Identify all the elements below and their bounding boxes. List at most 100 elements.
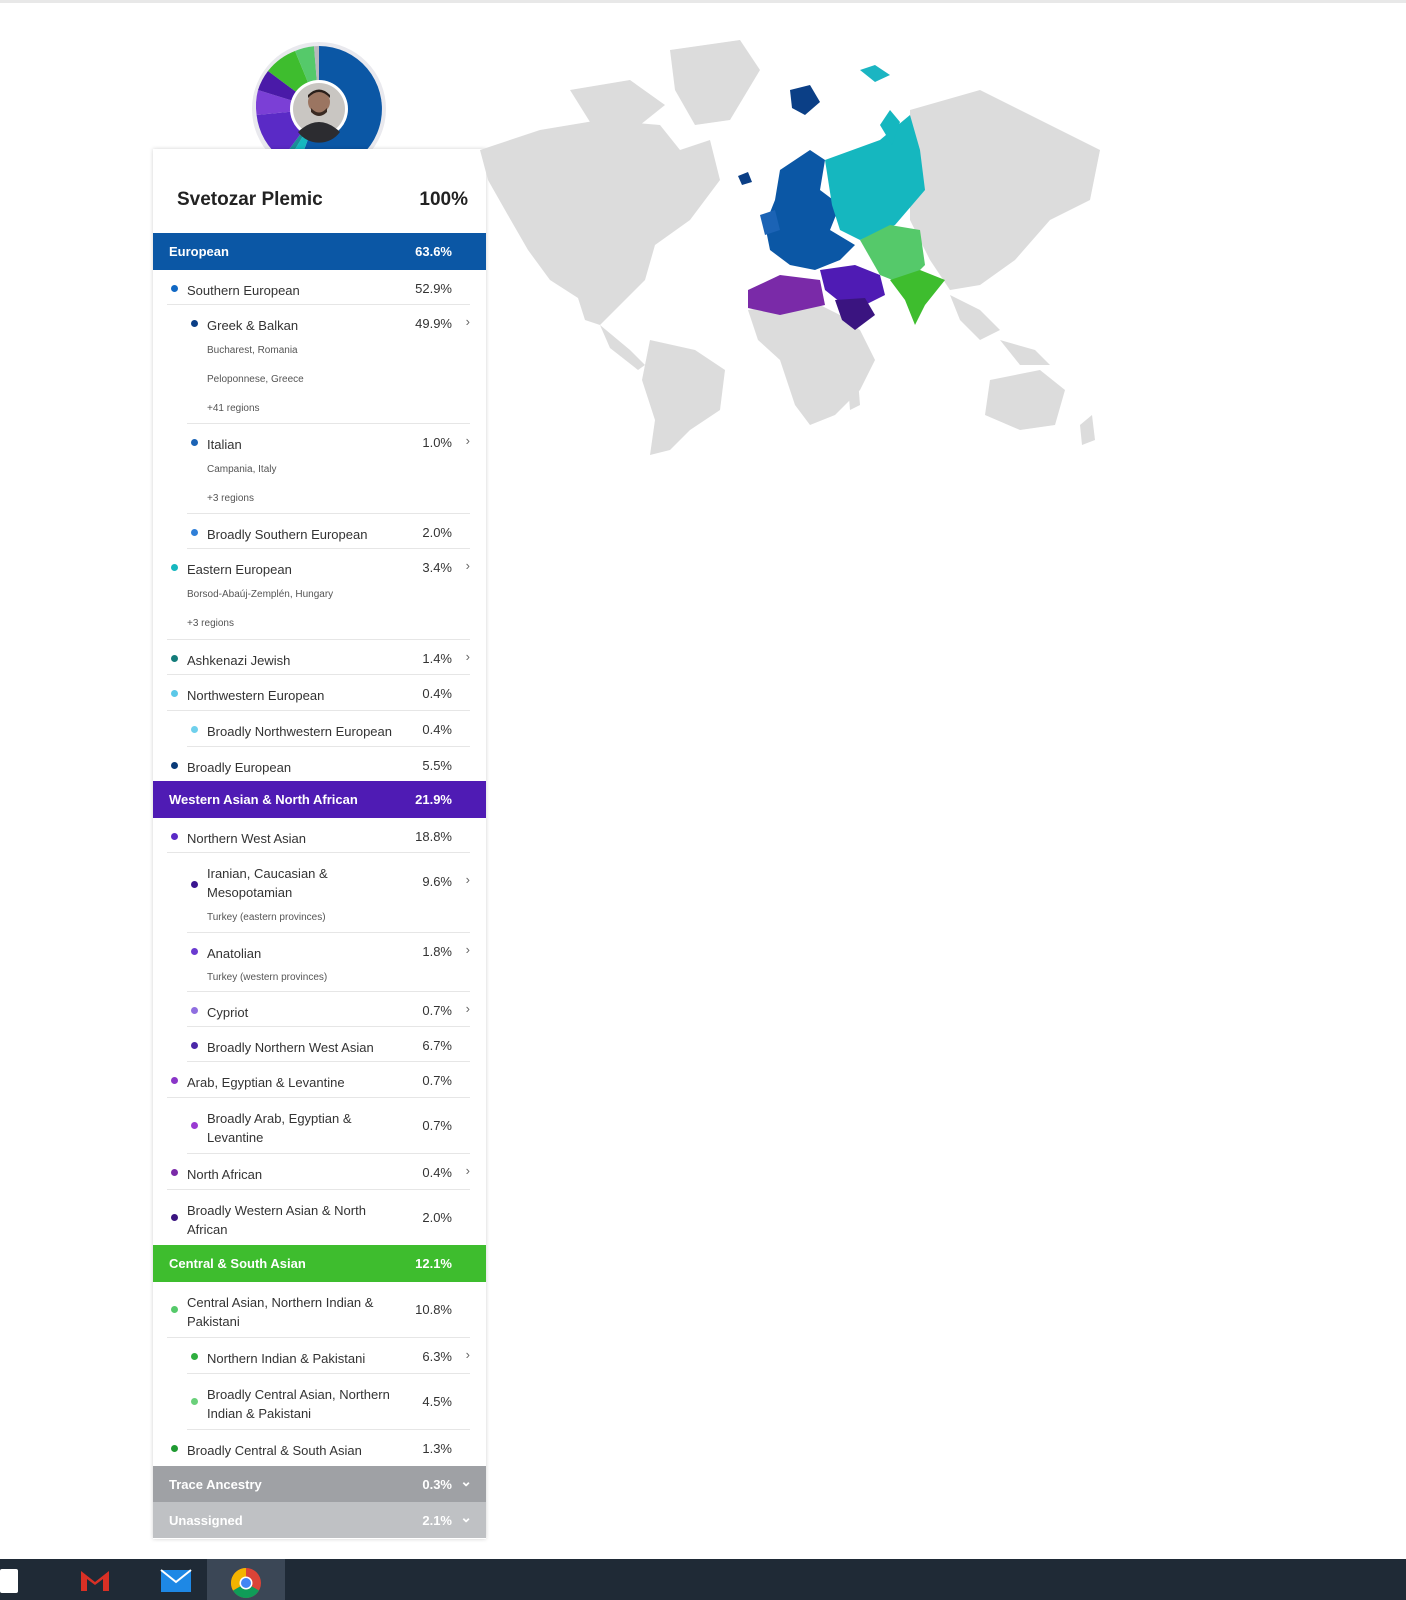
region-example: Turkey (western provinces) <box>207 972 328 983</box>
mail-icon <box>160 1569 192 1592</box>
store-icon[interactable] <box>0 1569 18 1593</box>
row-value: 1.3% <box>422 1441 452 1456</box>
group-value: 21.9% <box>415 792 452 807</box>
row-label: Anatolian <box>207 946 262 961</box>
color-dot <box>171 833 178 840</box>
color-dot <box>191 881 198 888</box>
card-header: Svetozar Plemic 100% <box>153 149 486 233</box>
chevron-down-icon[interactable]: ⌄ <box>460 1509 472 1526</box>
color-dot <box>191 1007 198 1014</box>
color-dot <box>171 1214 178 1221</box>
row-label: Broadly Central Asian, Northern Indian &… <box>207 1387 390 1421</box>
group-trace-ancestry[interactable]: Trace Ancestry 0.3% ⌄ <box>153 1466 486 1502</box>
color-dot <box>191 948 198 955</box>
row-broadly-european[interactable]: Broadly European 5.5% <box>167 747 470 781</box>
color-dot <box>171 690 178 697</box>
row-value: 2.0% <box>422 525 452 540</box>
row-broadly-central-south-asian[interactable]: Broadly Central & South Asian 1.3% <box>167 1430 470 1466</box>
row-label: Broadly European <box>187 760 292 775</box>
row-broadly-southern-european[interactable]: Broadly Southern European 2.0% <box>187 514 470 549</box>
more-regions-link[interactable]: +3 regions <box>207 493 254 504</box>
region-example: Borsod-Abaúj-Zemplén, Hungary <box>187 589 334 600</box>
row-southern-european[interactable]: Southern European 52.9% <box>167 270 470 305</box>
color-dot <box>191 1042 198 1049</box>
group-value: 63.6% <box>415 244 452 259</box>
chevron-right-icon[interactable]: › <box>466 1163 470 1178</box>
row-value: 0.7% <box>422 1003 452 1018</box>
chevron-right-icon[interactable]: › <box>466 558 470 573</box>
row-broadly-northwestern-european[interactable]: Broadly Northwestern European 0.4% <box>187 711 470 747</box>
row-label: Broadly Central & South Asian <box>187 1443 362 1458</box>
row-greek-balkan[interactable]: Greek & Balkan 49.9% › Bucharest, Romani… <box>187 305 470 424</box>
group-unassigned[interactable]: Unassigned 2.1% ⌄ <box>153 1502 486 1538</box>
color-dot <box>191 1122 198 1129</box>
row-value: 10.8% <box>415 1302 452 1317</box>
chevron-right-icon[interactable]: › <box>466 1347 470 1362</box>
row-value: 1.4% <box>422 651 452 666</box>
row-label: Greek & Balkan <box>207 318 299 333</box>
group-label: Western Asian & North African <box>169 792 358 807</box>
row-anatolian[interactable]: Anatolian 1.8% › Turkey (western provinc… <box>187 933 470 992</box>
row-label: Broadly Southern European <box>207 527 368 542</box>
row-label: Cypriot <box>207 1005 249 1020</box>
row-value: 1.8% <box>422 944 452 959</box>
color-dot <box>191 1398 198 1405</box>
row-broadly-central-asian[interactable]: Broadly Central Asian, Northern Indian &… <box>187 1374 470 1430</box>
gmail-taskbar-button[interactable] <box>56 1559 134 1600</box>
row-italian[interactable]: Italian 1.0% › Campania, Italy +3 region… <box>187 424 470 514</box>
chevron-right-icon[interactable]: › <box>466 942 470 957</box>
ancestry-world-map[interactable] <box>480 30 1140 470</box>
color-dot <box>171 655 178 662</box>
row-label: Northern Indian & Pakistani <box>207 1351 366 1366</box>
chevron-right-icon[interactable]: › <box>466 314 470 329</box>
chevron-right-icon[interactable]: › <box>466 1001 470 1016</box>
chrome-icon <box>230 1568 261 1599</box>
row-northern-west-asian[interactable]: Northern West Asian 18.8% <box>167 818 470 853</box>
row-central-asian-northern-indian-pakistani[interactable]: Central Asian, Northern Indian & Pakista… <box>167 1282 470 1338</box>
row-value: 4.5% <box>422 1394 452 1409</box>
row-value: 1.0% <box>422 435 452 450</box>
row-value: 0.4% <box>422 1165 452 1180</box>
chrome-taskbar-button[interactable] <box>207 1559 285 1600</box>
mail-taskbar-button[interactable] <box>137 1559 215 1600</box>
row-label: North African <box>187 1167 263 1182</box>
group-label: Trace Ancestry <box>169 1477 262 1492</box>
color-dot <box>191 320 198 327</box>
row-eastern-european[interactable]: Eastern European 3.4% › Borsod-Abaúj-Zem… <box>167 549 470 640</box>
group-value: 12.1% <box>415 1256 452 1271</box>
row-cypriot[interactable]: Cypriot 0.7% › <box>187 992 470 1027</box>
row-north-african[interactable]: North African 0.4% › <box>167 1154 470 1190</box>
row-label: Broadly Northwestern European <box>207 724 392 739</box>
chevron-right-icon[interactable]: › <box>466 649 470 664</box>
row-ashkenazi-jewish[interactable]: Ashkenazi Jewish 1.4% › <box>167 640 470 675</box>
color-dot <box>171 1169 178 1176</box>
chevron-right-icon[interactable]: › <box>466 433 470 448</box>
row-value: 2.0% <box>422 1210 452 1225</box>
row-broadly-western-asian-north-african[interactable]: Broadly Western Asian & North African 2.… <box>167 1190 470 1245</box>
group-european[interactable]: European 63.6% <box>153 233 486 270</box>
row-northwestern-european[interactable]: Northwestern European 0.4% <box>167 675 470 711</box>
row-broadly-northern-west-asian[interactable]: Broadly Northern West Asian 6.7% <box>187 1027 470 1062</box>
region-example: Bucharest, Romania <box>207 345 298 356</box>
color-dot <box>171 564 178 571</box>
color-dot <box>171 285 178 292</box>
group-value: 0.3% <box>422 1477 452 1492</box>
row-value: 0.4% <box>422 722 452 737</box>
chevron-down-icon[interactable]: ⌄ <box>460 1473 472 1490</box>
color-dot <box>191 726 198 733</box>
row-label: Italian <box>207 437 242 452</box>
group-western-asian-north-african[interactable]: Western Asian & North African 21.9% <box>153 781 486 818</box>
row-label: Eastern European <box>187 562 292 577</box>
row-iranian-caucasian-mesopotamian[interactable]: Iranian, Caucasian & Mesopotamian 9.6% ›… <box>187 853 470 933</box>
row-arab-egyptian-levantine[interactable]: Arab, Egyptian & Levantine 0.7% <box>167 1062 470 1098</box>
group-label: European <box>169 244 229 259</box>
chevron-right-icon[interactable]: › <box>466 872 470 887</box>
row-label: Iranian, Caucasian & Mesopotamian <box>207 866 328 900</box>
more-regions-link[interactable]: +41 regions <box>207 403 260 414</box>
more-regions-link[interactable]: +3 regions <box>187 618 234 629</box>
row-northern-indian-pakistani[interactable]: Northern Indian & Pakistani 6.3% › <box>187 1338 470 1374</box>
person-name: Svetozar Plemic <box>177 189 323 210</box>
row-broadly-arab-egyptian-levantine[interactable]: Broadly Arab, Egyptian & Levantine 0.7% <box>187 1098 470 1154</box>
group-central-south-asian[interactable]: Central & South Asian 12.1% <box>153 1245 486 1282</box>
row-value: 0.7% <box>422 1073 452 1088</box>
